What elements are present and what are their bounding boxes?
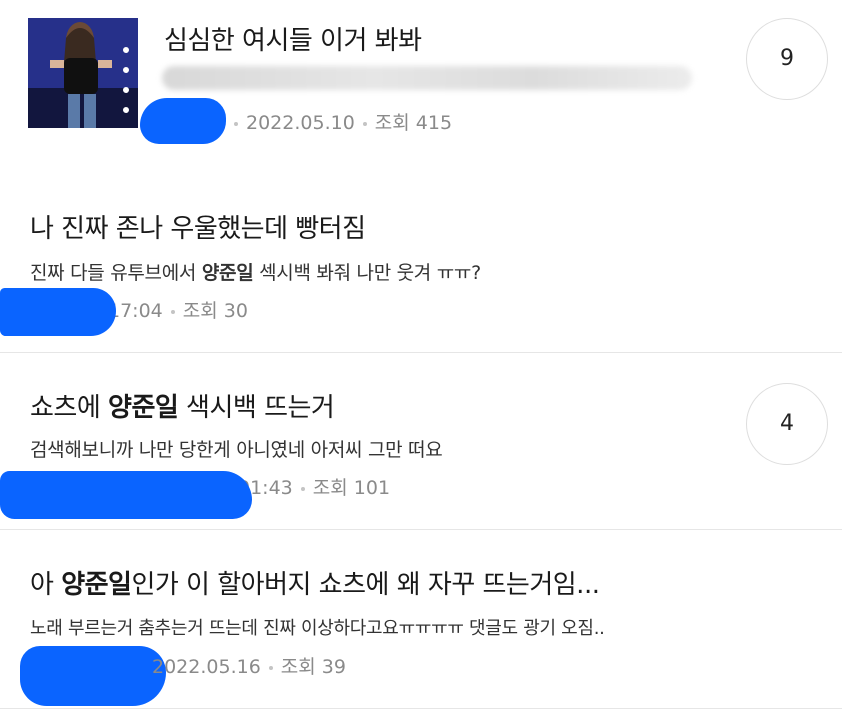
redaction-mark <box>0 288 116 336</box>
post-item-1[interactable]: 심심한 여시들 이거 봐봐 2022.05.10 조회 415 9 <box>0 0 842 170</box>
post-title[interactable]: 심심한 여시들 이거 봐봐 <box>164 20 422 57</box>
title-text: 아 <box>30 570 62 600</box>
post-views: 조회 30 <box>182 300 248 322</box>
post-time: 17:04 <box>108 300 163 322</box>
separator-dot <box>268 665 273 670</box>
post-item-4[interactable]: 아 양준일인가 이 할아버지 쇼츠에 왜 자꾸 뜨는거임... 노래 부르는거 … <box>0 530 842 712</box>
title-text: 인가 이 할아버지 쇼츠에 왜 자꾸 뜨는거임... <box>131 570 600 600</box>
separator-dot <box>300 486 305 491</box>
post-title[interactable]: 아 양준일인가 이 할아버지 쇼츠에 왜 자꾸 뜨는거임... <box>30 564 600 601</box>
separator-dot <box>234 121 238 126</box>
post-title[interactable]: 나 진짜 존나 우울했는데 빵터짐 <box>30 208 366 245</box>
post-meta: 01:43 조회 101 <box>238 473 390 500</box>
redaction-mark <box>0 471 252 519</box>
post-item-3[interactable]: 쇼츠에 양준일 색시백 뜨는거 검색해보니까 나만 당한게 아니였네 아저씨 그… <box>0 353 842 529</box>
snippet-text: 진짜 다들 유투브에서 <box>30 262 202 284</box>
post-title[interactable]: 쇼츠에 양준일 색시백 뜨는거 <box>30 387 335 424</box>
post-date: 2022.05.16 <box>152 656 261 678</box>
keyword-highlight: 양준일 <box>108 393 179 423</box>
redaction-mark <box>140 98 226 144</box>
post-views: 조회 39 <box>280 656 346 678</box>
post-meta: 2022.05.10 조회 415 <box>226 108 452 135</box>
post-meta: 2022.05.16 조회 39 <box>152 652 346 679</box>
post-thumbnail <box>28 18 138 128</box>
title-text: 색시백 뜨는거 <box>178 393 335 423</box>
blurred-snippet <box>162 66 692 90</box>
post-snippet: 노래 부르는거 춤추는거 뜨는데 진짜 이상하다고요ㅠㅠㅠㅠ 댓글도 광기 오짐… <box>30 618 605 639</box>
comment-count-badge[interactable]: 9 <box>746 18 828 100</box>
post-views: 조회 101 <box>312 477 391 499</box>
post-date: 2022.05.10 <box>246 112 355 134</box>
post-item-2[interactable]: 나 진짜 존나 우울했는데 빵터짐 진짜 다들 유투브에서 양준일 섹시백 봐줘… <box>0 170 842 352</box>
snippet-text: 섹시백 봐줘 나만 웃겨 ㅠㅠ? <box>253 262 481 284</box>
separator-dot <box>362 121 367 126</box>
redaction-mark <box>20 646 166 706</box>
post-snippet: 검색해보니까 나만 당한게 아니였네 아저씨 그만 떠요 <box>30 439 443 461</box>
keyword-highlight: 양준일 <box>201 262 254 284</box>
post-snippet: 진짜 다들 유투브에서 양준일 섹시백 봐줘 나만 웃겨 ㅠㅠ? <box>30 258 481 285</box>
post-views: 조회 415 <box>374 112 453 134</box>
divider <box>0 708 842 709</box>
title-text: 쇼츠에 <box>30 393 109 423</box>
keyword-highlight: 양준일 <box>61 570 132 600</box>
post-meta: 17:04 조회 30 <box>108 296 248 323</box>
comment-count-badge[interactable]: 4 <box>746 383 828 465</box>
separator-dot <box>170 309 175 314</box>
